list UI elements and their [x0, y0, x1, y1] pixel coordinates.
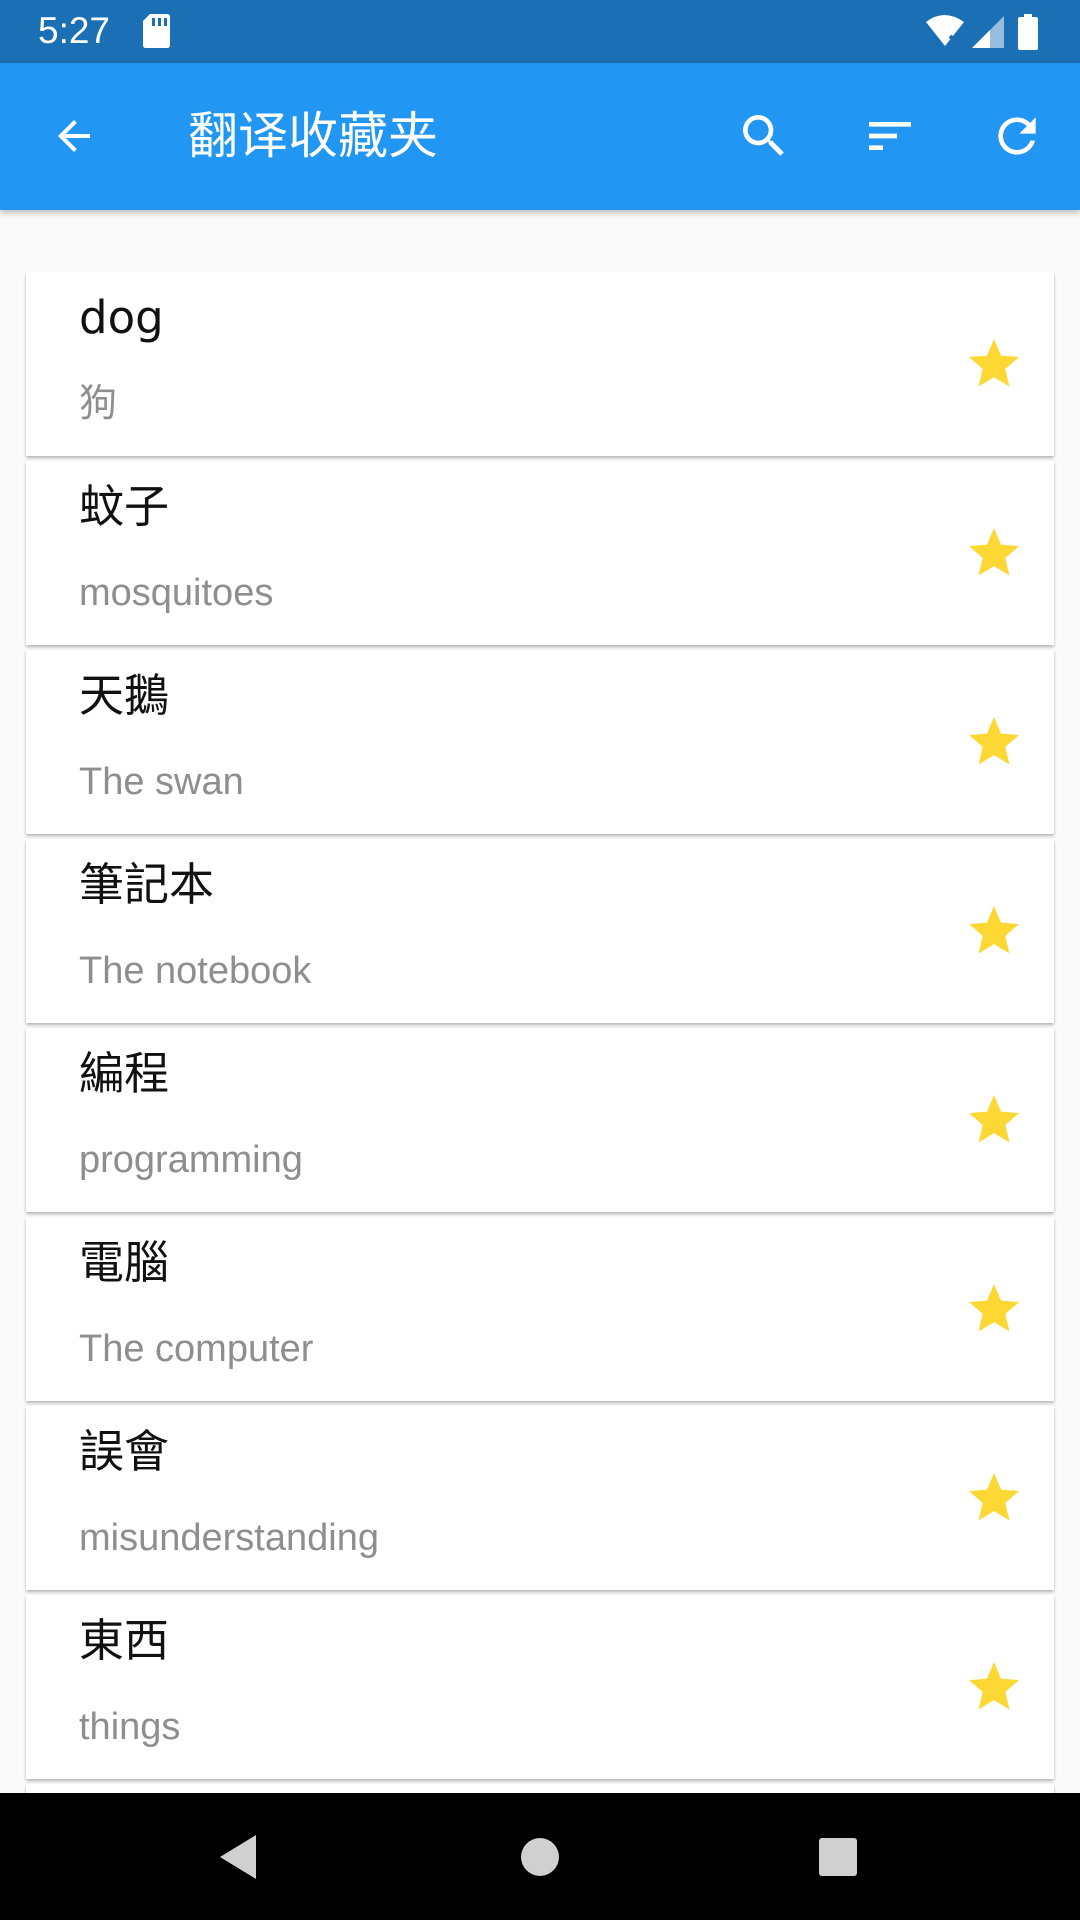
translation-text: misunderstanding	[79, 1517, 379, 1559]
list-item[interactable]: 電腦 The computer	[26, 1217, 1054, 1401]
sort-icon	[869, 122, 911, 150]
star-icon[interactable]	[964, 1090, 1024, 1150]
back-button[interactable]	[32, 94, 116, 178]
translation-text: The notebook	[79, 950, 312, 992]
app-bar: 翻译收藏夹	[0, 63, 1080, 210]
battery-icon	[1018, 14, 1038, 50]
nav-home-button[interactable]	[502, 1819, 578, 1895]
sd-card-icon	[143, 14, 170, 48]
translation-text: mosquitoes	[79, 572, 274, 614]
translation-text: programming	[79, 1139, 303, 1181]
star-icon[interactable]	[964, 1657, 1024, 1717]
search-icon	[743, 115, 784, 156]
status-bar: 5:27	[0, 0, 1080, 63]
list-item[interactable]: 天鵝 The swan	[26, 650, 1054, 834]
favorites-list: dog 狗 蚊子 mosquitoes 天鵝 The swan 筆記本 The …	[26, 272, 1054, 1809]
status-time: 5:27	[38, 10, 111, 51]
list-item[interactable]: 編程 programming	[26, 1028, 1054, 1212]
sort-button[interactable]	[848, 94, 932, 178]
refresh-icon	[998, 117, 1036, 155]
search-button[interactable]	[722, 94, 806, 178]
star-icon[interactable]	[964, 1279, 1024, 1339]
status-icons	[926, 14, 1038, 50]
page-title: 翻译收藏夹	[188, 107, 438, 165]
list-item[interactable]: 誤會 misunderstanding	[26, 1406, 1054, 1590]
star-icon[interactable]	[964, 334, 1024, 394]
list-item[interactable]: 蚊子 mosquitoes	[26, 461, 1054, 645]
translation-text: things	[79, 1706, 181, 1748]
source-word: 筆記本	[79, 858, 215, 911]
triangle-back-icon	[220, 1835, 256, 1879]
translation-text: 狗	[79, 383, 118, 425]
circle-home-icon	[521, 1838, 559, 1876]
navigation-bar	[0, 1793, 1080, 1920]
star-icon[interactable]	[964, 712, 1024, 772]
source-word: 天鵝	[79, 669, 170, 722]
refresh-button[interactable]	[975, 94, 1059, 178]
translation-text: The swan	[79, 761, 244, 803]
source-word: 電腦	[79, 1236, 170, 1289]
source-word: 編程	[79, 1047, 170, 1100]
star-icon[interactable]	[964, 523, 1024, 583]
square-recents-icon	[819, 1838, 857, 1876]
arrow-back-icon	[58, 120, 90, 152]
list-item[interactable]: 東西 things	[26, 1595, 1054, 1779]
nav-back-button[interactable]	[200, 1819, 276, 1895]
list-item[interactable]: 筆記本 The notebook	[26, 839, 1054, 1023]
source-word: 東西	[79, 1614, 170, 1667]
signal-icon	[972, 16, 1004, 48]
source-word: dog	[79, 291, 164, 344]
star-icon[interactable]	[964, 901, 1024, 961]
source-word: 蚊子	[79, 480, 170, 533]
list-item[interactable]: dog 狗	[26, 272, 1054, 456]
nav-recents-button[interactable]	[800, 1819, 876, 1895]
source-word: 誤會	[79, 1425, 170, 1478]
translation-text: The computer	[79, 1328, 314, 1370]
star-icon[interactable]	[964, 1468, 1024, 1528]
wifi-icon	[926, 15, 964, 48]
